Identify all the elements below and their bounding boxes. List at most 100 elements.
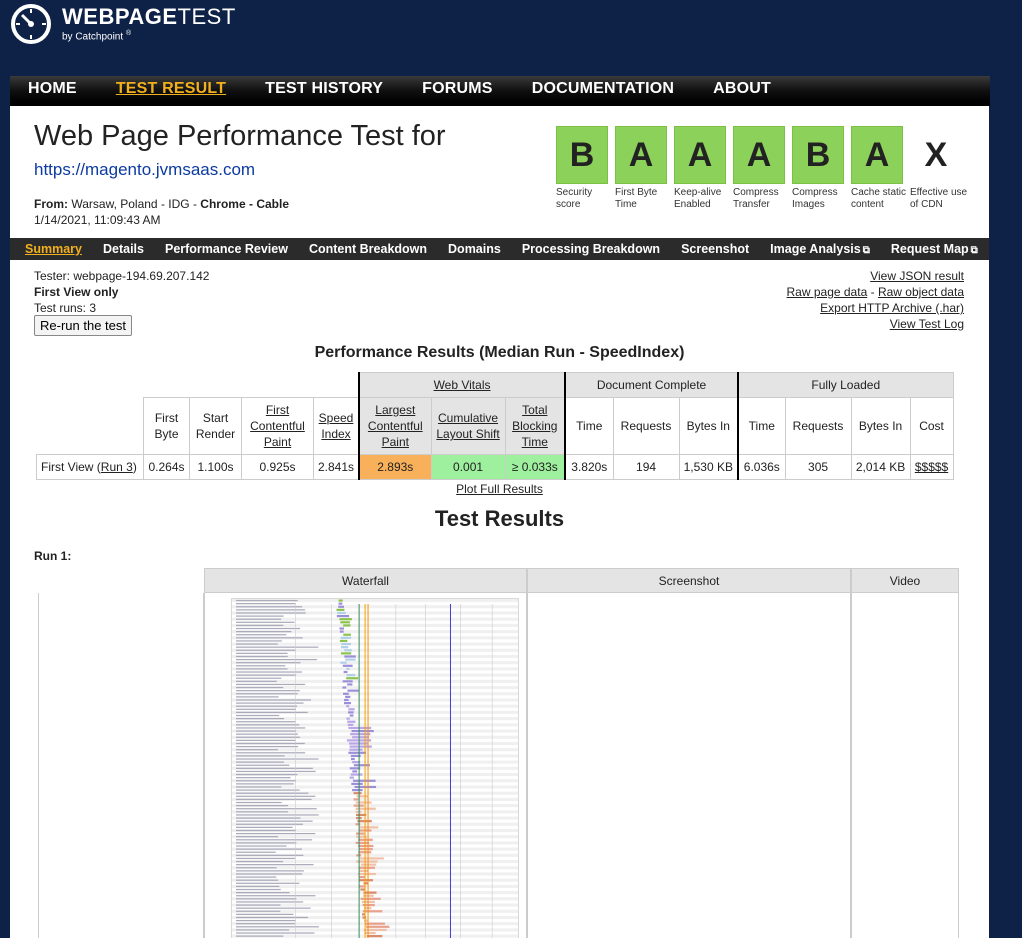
- web-vitals-link[interactable]: Web Vitals: [434, 378, 491, 392]
- waterfall-thumbnail[interactable]: [231, 598, 519, 938]
- raw-page-data-link[interactable]: Raw page data: [787, 285, 868, 299]
- waterfall-request-bar: [352, 789, 363, 792]
- cls-link[interactable]: Cumulative Layout Shift: [436, 411, 499, 441]
- tab-image-analysis[interactable]: Image Analysis ⧉: [770, 242, 870, 256]
- waterfall-request-label: [235, 718, 285, 720]
- grade-cache-static[interactable]: A Cache static content: [851, 126, 910, 211]
- cost-link[interactable]: $$$$$: [915, 460, 948, 474]
- waterfall-request-label: [235, 851, 276, 853]
- tab-performance-review[interactable]: Performance Review: [165, 242, 288, 256]
- row-label-end: ): [132, 460, 137, 474]
- waterfall-request-label: [235, 758, 319, 760]
- waterfall-request-label: [235, 658, 318, 661]
- view-test-log-link[interactable]: View Test Log: [890, 317, 964, 331]
- waterfall-request-label: [235, 761, 284, 763]
- waterfall-request-label: [235, 845, 287, 847]
- grade-compress-transfer[interactable]: A Compress Transfer: [733, 126, 792, 211]
- waterfall-request-label: [235, 798, 312, 801]
- tab-domains[interactable]: Domains: [448, 242, 501, 256]
- waterfall-request-label: [235, 879, 279, 881]
- browser-name: Chrome: [200, 197, 246, 211]
- grade-letter: B: [792, 126, 844, 184]
- waterfall-request-bar: [343, 692, 349, 695]
- waterfall-request-bar: [347, 683, 353, 686]
- rerun-button[interactable]: Re-run the test: [34, 315, 132, 336]
- group-web-vitals[interactable]: Web Vitals: [358, 372, 566, 398]
- speed-index-link[interactable]: Speed Index: [319, 411, 354, 441]
- waterfall-request-bar: [360, 863, 377, 866]
- waterfall-request-bar: [342, 680, 353, 683]
- raw-object-data-link[interactable]: Raw object data: [878, 285, 964, 299]
- waterfall-request-label: [235, 677, 282, 679]
- nav-test-result[interactable]: TEST RESULT: [116, 80, 226, 98]
- lcp-link[interactable]: Largest Contentful Paint: [368, 403, 423, 449]
- waterfall-request-bar: [341, 642, 351, 646]
- grade-compress-images[interactable]: B Compress Images: [792, 126, 851, 211]
- header-lcp[interactable]: Largest Contentful Paint: [358, 397, 432, 455]
- tbt-link[interactable]: Total Blocking Time: [512, 403, 557, 449]
- value-cost[interactable]: $$$$$: [909, 454, 954, 480]
- nav-about[interactable]: ABOUT: [713, 80, 771, 98]
- waterfall-request-bar: [340, 652, 352, 655]
- tab-details[interactable]: Details: [103, 242, 144, 256]
- nav-test-history[interactable]: TEST HISTORY: [265, 80, 383, 98]
- value-full-requests: 305: [784, 454, 852, 480]
- header-tbt[interactable]: Total Blocking Time: [504, 397, 566, 455]
- waterfall-request-bar: [339, 630, 344, 633]
- grade-label: Compress Transfer: [733, 187, 779, 210]
- tested-url[interactable]: https://magento.jvmsaas.com: [34, 160, 255, 180]
- value-speed-index: 2.841s: [313, 454, 360, 480]
- nav-home[interactable]: HOME: [28, 80, 77, 98]
- waterfall-request-label: [235, 624, 284, 627]
- webpagetest-logo[interactable]: WEBPAGETEST by Catchpoint ®: [10, 2, 236, 46]
- header-fcp[interactable]: First Contentful Paint: [241, 397, 314, 455]
- waterfall-request-bar: [364, 931, 376, 935]
- grade-first-byte[interactable]: A First Byte Time: [615, 126, 674, 211]
- test-results-title: Test Results: [434, 506, 565, 531]
- tab-content-breakdown[interactable]: Content Breakdown: [309, 242, 427, 256]
- waterfall-request-bar: [342, 686, 347, 689]
- tab-summary[interactable]: Summary: [25, 242, 82, 256]
- waterfall-request-label: [235, 643, 278, 645]
- header-speed-index[interactable]: Speed Index: [313, 397, 360, 455]
- run-3-link[interactable]: Run 3: [101, 460, 133, 474]
- waterfall-request-label: [235, 860, 284, 863]
- fcp-link[interactable]: First Contentful Paint: [250, 403, 305, 449]
- waterfall-request-label: [235, 680, 277, 682]
- waterfall-request-bar: [348, 708, 355, 711]
- waterfall-request-label: [235, 627, 301, 630]
- waterfall-request-label: [235, 640, 282, 642]
- waterfall-request-label: [235, 683, 306, 686]
- tab-request-map[interactable]: Request Map ⧉: [891, 242, 978, 256]
- waterfall-request-bar: [338, 602, 343, 605]
- waterfall-request-label: [235, 686, 284, 689]
- waterfall-request-label: [235, 745, 299, 748]
- grade-keep-alive[interactable]: A Keep-alive Enabled: [674, 126, 733, 211]
- waterfall-request-label: [235, 727, 306, 729]
- nav-documentation[interactable]: DOCUMENTATION: [532, 80, 674, 98]
- waterfall-request-label: [235, 606, 303, 608]
- header-cls[interactable]: Cumulative Layout Shift: [430, 397, 506, 455]
- view-json-link[interactable]: View JSON result: [870, 269, 964, 283]
- header-first-byte: First Byte: [143, 397, 190, 455]
- nav-forums[interactable]: FORUMS: [422, 80, 493, 98]
- waterfall-request-label: [235, 770, 316, 773]
- waterfall-request-label: [235, 705, 298, 707]
- waterfall-request-label: [235, 696, 279, 698]
- waterfall-request-bar: [343, 624, 351, 627]
- waterfall-request-bar: [348, 711, 354, 714]
- plot-full-results-link[interactable]: Plot Full Results: [456, 482, 543, 496]
- tab-screenshot[interactable]: Screenshot: [681, 242, 749, 256]
- waterfall-request-label: [235, 621, 295, 623]
- waterfall-request-label: [235, 882, 300, 884]
- waterfall-request-bar: [359, 857, 384, 860]
- waterfall-request-label: [235, 739, 296, 741]
- grade-cdn[interactable]: X Effective use of CDN: [910, 126, 969, 211]
- grade-label: First Byte Time: [615, 187, 658, 210]
- tab-processing-breakdown[interactable]: Processing Breakdown: [522, 242, 660, 256]
- grade-letter: X: [910, 126, 962, 184]
- grade-security[interactable]: B Security score: [556, 126, 615, 211]
- waterfall-request-label: [235, 842, 297, 844]
- waterfall-request-bar: [366, 925, 390, 928]
- export-har-link[interactable]: Export HTTP Archive (.har): [820, 301, 964, 315]
